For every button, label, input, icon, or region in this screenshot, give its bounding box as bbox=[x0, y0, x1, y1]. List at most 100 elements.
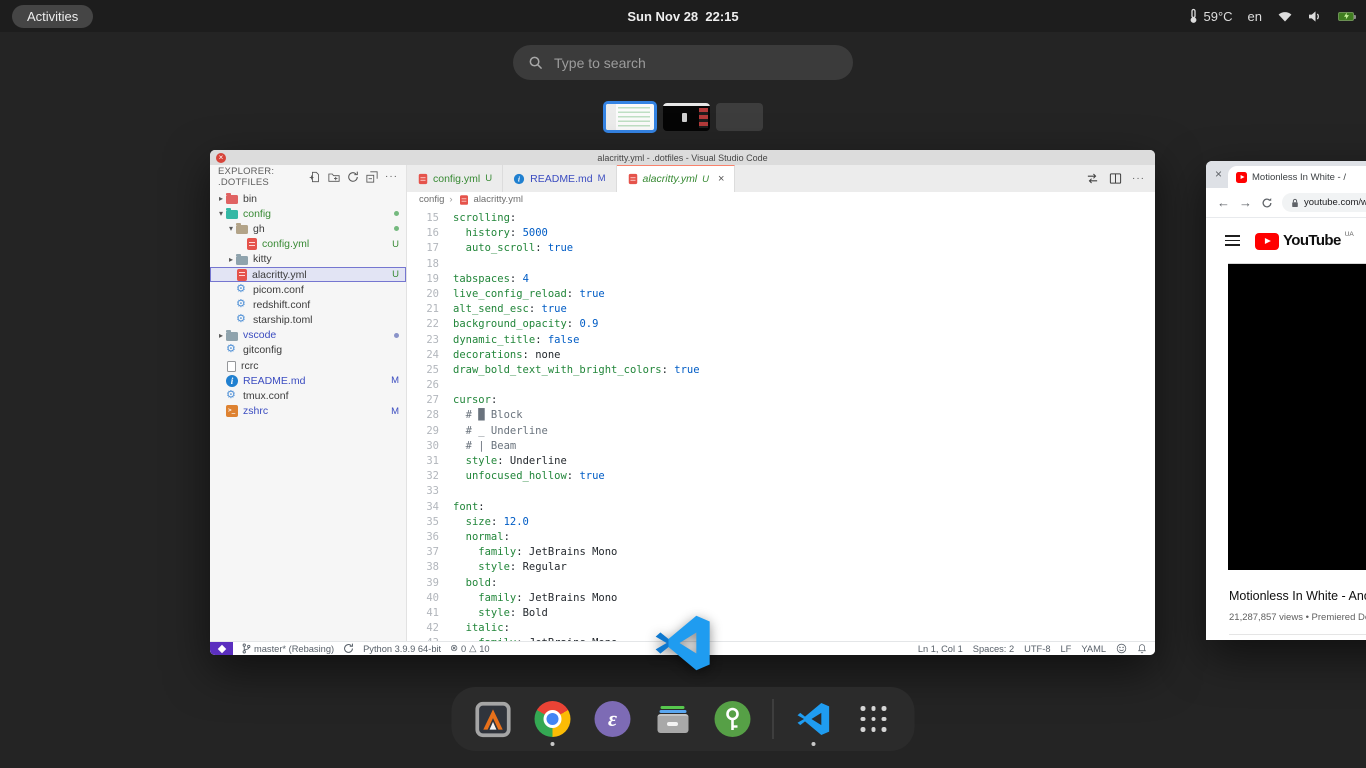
cursor-position[interactable]: Ln 1, Col 1 bbox=[918, 644, 963, 654]
temperature-value: 59°C bbox=[1203, 9, 1232, 24]
code-line: 16 history: 5000 bbox=[407, 226, 1155, 241]
show-apps-button[interactable] bbox=[854, 687, 894, 751]
explorer-header: EXPLORER: .DOTFILES bbox=[218, 166, 309, 188]
browser-tab[interactable]: Motionless In White - / bbox=[1228, 166, 1366, 188]
tree-item-starship.toml[interactable]: starship.toml bbox=[210, 313, 406, 328]
tab-close-icon[interactable]: × bbox=[1215, 168, 1222, 180]
yaml-icon bbox=[247, 238, 257, 250]
workspace-thumbnail-empty[interactable] bbox=[716, 103, 763, 131]
tree-item-gitconfig[interactable]: gitconfig bbox=[210, 343, 406, 358]
code-line: 37 family: JetBrains Mono bbox=[407, 545, 1155, 560]
code-line: 29 # _ Underline bbox=[407, 424, 1155, 439]
files-launcher[interactable] bbox=[653, 687, 693, 751]
sync-icon[interactable] bbox=[343, 643, 354, 654]
window-title: alacritty.yml - .dotfiles - Visual Studi… bbox=[597, 153, 767, 163]
activities-button[interactable]: Activities bbox=[12, 5, 93, 28]
breadcrumb-file[interactable]: alacritty.yml bbox=[474, 194, 523, 205]
lock-icon bbox=[1291, 198, 1299, 208]
alacritty-launcher[interactable] bbox=[473, 687, 513, 751]
running-indicator bbox=[812, 742, 816, 746]
file-name: gitconfig bbox=[243, 344, 282, 356]
file-name: bin bbox=[243, 193, 257, 205]
error-icon: ⊗ bbox=[450, 643, 458, 654]
code-line: 26 bbox=[407, 378, 1155, 393]
encoding[interactable]: UTF-8 bbox=[1024, 644, 1050, 654]
tree-item-rcrc[interactable]: rcrc bbox=[210, 358, 406, 373]
more-actions-icon[interactable]: ··· bbox=[1132, 176, 1145, 182]
code-editor[interactable]: 15scrolling:16 history: 500017 auto_scro… bbox=[407, 207, 1155, 641]
new-folder-icon[interactable] bbox=[328, 171, 340, 183]
chevron-right-icon: ▸ bbox=[216, 331, 226, 340]
vscode-launcher[interactable] bbox=[794, 687, 834, 751]
remote-indicator-icon[interactable] bbox=[210, 642, 233, 655]
video-title: Motionless In White - Anot bbox=[1229, 589, 1366, 603]
feedback-icon[interactable] bbox=[1116, 643, 1127, 654]
code-line: 39 bold: bbox=[407, 576, 1155, 591]
menu-icon[interactable] bbox=[1225, 235, 1240, 246]
back-button[interactable]: ← bbox=[1217, 196, 1230, 209]
tree-item-redshift.conf[interactable]: redshift.conf bbox=[210, 297, 406, 312]
tree-item-kitty[interactable]: ▸kitty bbox=[210, 252, 406, 267]
git-branch-status[interactable]: master* (Rebasing) bbox=[242, 643, 334, 654]
tree-item-config.yml[interactable]: config.ymlU bbox=[210, 237, 406, 252]
tree-item-zshrc[interactable]: zshrcM bbox=[210, 404, 406, 419]
file-name: redshift.conf bbox=[253, 299, 310, 311]
workspace-thumbnail-active[interactable] bbox=[603, 101, 657, 133]
code-line: 30 # | Beam bbox=[407, 439, 1155, 454]
vscode-title-bar: × alacritty.yml - .dotfiles - Visual Stu… bbox=[210, 150, 1155, 165]
vscode-window[interactable]: × alacritty.yml - .dotfiles - Visual Stu… bbox=[210, 150, 1155, 655]
eol-type[interactable]: LF bbox=[1061, 644, 1072, 654]
top-bar: Activities Sun Nov 28 22:15 59°C en bbox=[0, 0, 1366, 32]
tree-item-config[interactable]: ▾config bbox=[210, 206, 406, 221]
clock[interactable]: Sun Nov 28 22:15 bbox=[627, 9, 738, 24]
emacs-launcher[interactable]: ε bbox=[593, 687, 633, 751]
video-player[interactable] bbox=[1228, 263, 1366, 570]
language-mode[interactable]: YAML bbox=[1081, 644, 1106, 654]
reload-button[interactable] bbox=[1261, 197, 1273, 209]
python-interpreter[interactable]: Python 3.9.9 64-bit bbox=[363, 644, 441, 654]
indentation[interactable]: Spaces: 2 bbox=[973, 644, 1014, 654]
tab-alacritty-yml[interactable]: alacritty.yml U × bbox=[617, 165, 736, 192]
tree-item-gh[interactable]: ▾gh bbox=[210, 221, 406, 236]
tree-item-tmux.conf[interactable]: tmux.conf bbox=[210, 388, 406, 403]
close-icon[interactable]: × bbox=[718, 173, 724, 185]
window-close-button[interactable]: × bbox=[216, 153, 226, 163]
collapse-folders-icon[interactable] bbox=[366, 171, 378, 183]
code-line: 18 bbox=[407, 257, 1155, 272]
code-lines: 15scrolling:16 history: 500017 auto_scro… bbox=[407, 211, 1155, 641]
tree-item-vscode[interactable]: ▸vscode bbox=[210, 328, 406, 343]
tree-item-alacritty.yml[interactable]: alacritty.ymlU bbox=[210, 267, 406, 282]
address-bar[interactable]: youtube.com/wa bbox=[1282, 193, 1366, 212]
tab-readme-md[interactable]: README.md M bbox=[503, 165, 616, 192]
system-status-area[interactable]: 59°C en bbox=[1189, 8, 1354, 24]
bell-icon[interactable] bbox=[1137, 643, 1147, 654]
youtube-logo[interactable]: YouTube UA bbox=[1255, 232, 1354, 250]
chrome-window[interactable]: × Motionless In White - / ← → youtube.co… bbox=[1206, 161, 1366, 640]
warning-icon: △ bbox=[469, 643, 476, 654]
tab-config-yml[interactable]: config.yml U bbox=[407, 165, 503, 192]
tree-item-picom.conf[interactable]: picom.conf bbox=[210, 282, 406, 297]
open-changes-icon[interactable] bbox=[1086, 172, 1099, 185]
chevron-right-icon: ▸ bbox=[216, 194, 226, 203]
problems-status[interactable]: ⊗ 0 △ 10 bbox=[450, 643, 489, 654]
split-editor-icon[interactable] bbox=[1109, 172, 1122, 185]
tree-item-bin[interactable]: ▸ bin bbox=[210, 191, 406, 206]
search-input[interactable]: Type to search bbox=[513, 45, 853, 80]
folder-gray-icon bbox=[236, 256, 248, 265]
code-line: 35 size: 12.0 bbox=[407, 515, 1155, 530]
breadcrumb-folder[interactable]: config bbox=[419, 194, 444, 205]
password-manager-launcher[interactable] bbox=[713, 687, 753, 751]
key-icon bbox=[715, 701, 751, 737]
breadcrumb[interactable]: config › alacritty.yml bbox=[407, 192, 1155, 207]
chrome-launcher[interactable] bbox=[533, 687, 573, 751]
file-name: kitty bbox=[253, 253, 272, 265]
more-actions-icon[interactable]: ··· bbox=[385, 174, 398, 180]
video-views: 21,287,857 views • Premiered Dec bbox=[1229, 612, 1366, 623]
new-file-icon[interactable] bbox=[309, 171, 321, 183]
forward-button[interactable]: → bbox=[1239, 196, 1252, 209]
tree-item-README.md[interactable]: README.mdM bbox=[210, 373, 406, 388]
workspace-thumbnail-video[interactable] bbox=[663, 103, 710, 131]
gnome-activities-overview: Activities Sun Nov 28 22:15 59°C en Type… bbox=[0, 0, 1366, 768]
refresh-icon[interactable] bbox=[347, 171, 359, 183]
file-name: picom.conf bbox=[253, 284, 304, 296]
